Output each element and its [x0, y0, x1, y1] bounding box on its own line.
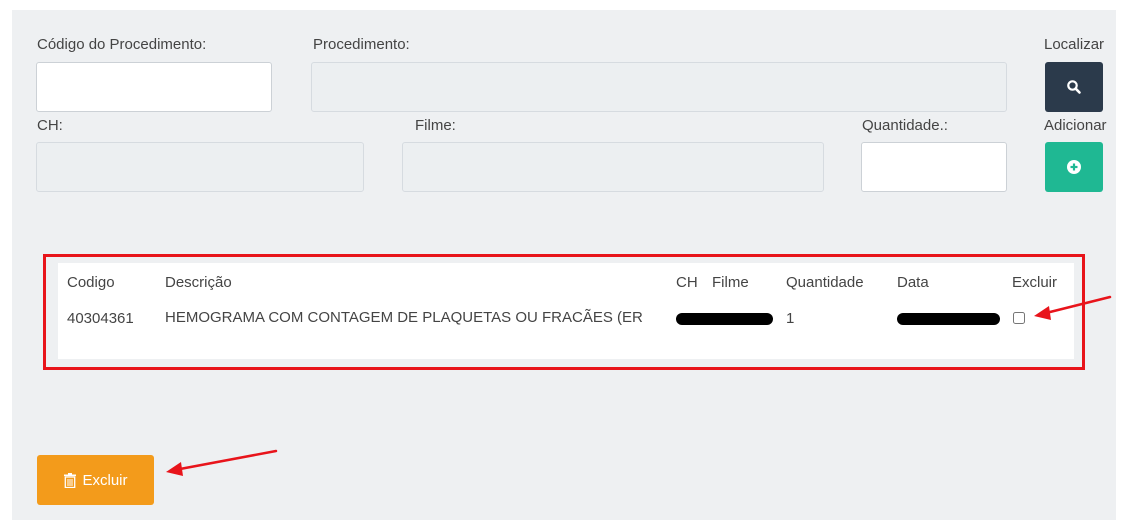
arrow-to-checkbox	[1034, 295, 1112, 320]
arrow-to-excluir-button	[166, 449, 278, 476]
annotation-arrows	[166, 295, 1112, 476]
